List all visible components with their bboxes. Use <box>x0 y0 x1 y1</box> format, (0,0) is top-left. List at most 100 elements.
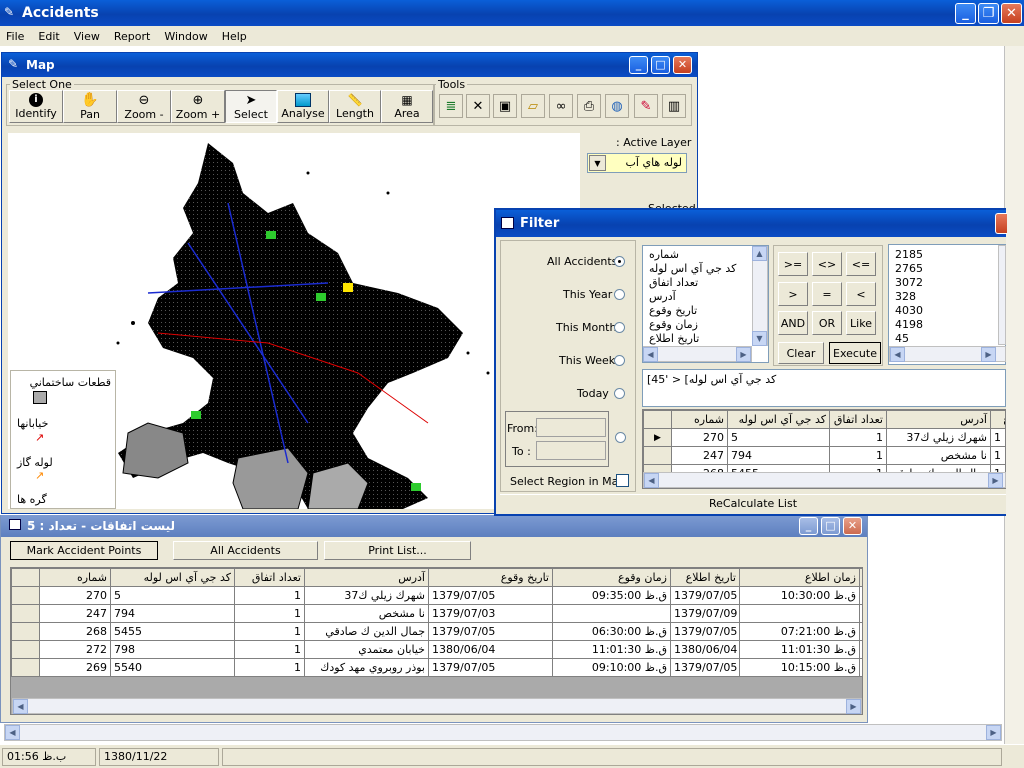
active-layer-select[interactable]: ▼ لوله هاي آب <box>587 153 687 173</box>
menu-edit[interactable]: Edit <box>38 30 59 43</box>
mdi-hscrollbar[interactable] <box>4 724 1002 741</box>
current-row-icon[interactable]: ▶ <box>643 428 672 447</box>
col-extra[interactable]: ع <box>859 568 862 587</box>
close-button[interactable]: ✕ <box>1001 3 1022 24</box>
scroll-left-icon[interactable]: ◀ <box>890 347 905 362</box>
list-item[interactable]: 4198 <box>895 318 923 331</box>
menu-report[interactable]: Report <box>114 30 150 43</box>
list-item[interactable]: زمان وقوع <box>649 318 698 331</box>
execute-button[interactable]: Execute <box>829 342 881 364</box>
filter-close-button[interactable] <box>995 213 1007 234</box>
list-maximize-button[interactable]: □ <box>821 517 840 535</box>
list-hscrollbar[interactable] <box>12 698 862 714</box>
recalculate-list-button[interactable]: ReCalculate List <box>500 494 1006 512</box>
radio-this-week[interactable] <box>614 355 625 366</box>
table-row[interactable]: 268 5455 1 جمال الدين ك صادقي 1379/07/05… <box>11 622 862 641</box>
list-item[interactable]: كد جي آي اس لوله <box>649 262 736 275</box>
list-item[interactable]: آدرس <box>649 290 676 303</box>
and-button[interactable]: AND <box>778 311 808 335</box>
pencil-icon[interactable]: ✎ <box>634 94 658 118</box>
lt-button[interactable]: < <box>846 282 876 306</box>
col-count[interactable]: تعداد اتفاق <box>829 410 887 429</box>
length-button[interactable]: 📏 Length <box>329 90 381 123</box>
col-gis-code[interactable]: كد جي آي اس لوله <box>110 568 235 587</box>
row-selector[interactable] <box>11 640 40 659</box>
layers-icon[interactable]: ≣ <box>439 94 463 118</box>
list-item[interactable]: 2765 <box>895 262 923 275</box>
col-date[interactable]: تاريخ وقوع <box>428 568 553 587</box>
eq-button[interactable]: = <box>812 282 842 306</box>
scroll-right-icon[interactable]: ▶ <box>986 725 1001 740</box>
col-time[interactable]: زمان وقوع <box>552 568 671 587</box>
scroll-left-icon[interactable]: ◀ <box>644 473 659 488</box>
list-close-button[interactable]: ✕ <box>843 517 862 535</box>
row-selector[interactable] <box>643 446 672 465</box>
col-gis-code[interactable]: كد جي آي اس لوله <box>727 410 830 429</box>
map-minimize-button[interactable]: _ <box>629 56 648 74</box>
binoculars-icon[interactable]: ∞ <box>549 94 573 118</box>
open-folder-icon[interactable]: ▱ <box>521 94 545 118</box>
scroll-right-icon[interactable]: ▶ <box>981 347 996 362</box>
row-selector[interactable] <box>11 604 40 623</box>
or-button[interactable]: OR <box>812 311 842 335</box>
col-extra[interactable]: ع <box>990 410 1005 429</box>
clear-button[interactable]: Clear <box>778 342 824 364</box>
scroll-left-icon[interactable]: ◀ <box>643 347 658 362</box>
mark-accident-points-button[interactable]: Mark Accident Points <box>10 541 158 560</box>
scroll-right-icon[interactable]: ▶ <box>988 473 1003 488</box>
restore-button[interactable]: ❐ <box>978 3 999 24</box>
table-row[interactable]: 247 794 1 نا مشخص 1379/07/03 1379/07/09 <box>11 604 862 623</box>
scroll-down-icon[interactable]: ▼ <box>752 331 767 346</box>
query-textbox[interactable]: كد جي آي اس لوله] < '45] <box>642 369 1006 407</box>
list-item[interactable]: تعداد اتفاق <box>649 276 698 289</box>
pan-button[interactable]: ✋ Pan <box>63 90 117 123</box>
values-vscrollbar[interactable] <box>998 245 1006 345</box>
to-date-field[interactable] <box>536 441 606 460</box>
list-item[interactable]: تاريخ اطلاع <box>649 332 699 345</box>
zoom-out-button[interactable]: ⊖ Zoom - <box>117 90 171 123</box>
filter-grid-hscrollbar[interactable] <box>643 472 1006 488</box>
col-address[interactable]: آدرس <box>886 410 991 429</box>
scroll-up-icon[interactable]: ▲ <box>752 246 767 261</box>
scroll-right-icon[interactable]: ▶ <box>736 347 751 362</box>
print-list-button[interactable]: Print List... <box>324 541 471 560</box>
scroll-right-icon[interactable]: ▶ <box>846 699 861 714</box>
row-selector[interactable] <box>11 658 40 677</box>
radio-this-month[interactable] <box>614 322 625 333</box>
list-item[interactable]: 3072 <box>895 276 923 289</box>
list-item[interactable]: 4030 <box>895 304 923 317</box>
col-number[interactable]: شماره <box>671 410 728 429</box>
print-icon[interactable]: ⎙ <box>577 94 601 118</box>
scroll-left-icon[interactable]: ◀ <box>13 699 28 714</box>
list-item[interactable]: 328 <box>895 290 916 303</box>
gte-button[interactable]: >= <box>778 252 808 276</box>
like-button[interactable]: Like <box>846 311 876 335</box>
col-report-time[interactable]: زمان اطلاع <box>739 568 860 587</box>
zoom-in-button[interactable]: ⊕ Zoom + <box>171 90 225 123</box>
menu-window[interactable]: Window <box>164 30 207 43</box>
radio-today[interactable] <box>614 388 625 399</box>
list-item[interactable]: 2185 <box>895 248 923 261</box>
neq-button[interactable]: <> <box>812 252 842 276</box>
col-address[interactable]: آدرس <box>304 568 429 587</box>
save-icon[interactable]: ▣ <box>493 94 517 118</box>
row-selector[interactable] <box>11 622 40 641</box>
delete-icon[interactable]: ✕ <box>466 94 490 118</box>
col-report-date[interactable]: تاريخ اطلاع <box>670 568 740 587</box>
menu-file[interactable]: File <box>6 30 24 43</box>
list-item[interactable]: تاريخ وقوع <box>649 304 697 317</box>
map-close-button[interactable]: ✕ <box>673 56 692 74</box>
map-maximize-button[interactable]: □ <box>651 56 670 74</box>
radio-this-year[interactable] <box>614 289 625 300</box>
select-button[interactable]: ➤ Select <box>225 90 277 123</box>
list-minimize-button[interactable]: _ <box>799 517 818 535</box>
analyse-button[interactable]: Analyse <box>277 90 329 123</box>
lte-button[interactable]: <= <box>846 252 876 276</box>
menu-view[interactable]: View <box>74 30 100 43</box>
list-item[interactable]: شماره <box>649 248 679 261</box>
chevron-down-icon[interactable]: ▼ <box>589 155 606 171</box>
all-accidents-button[interactable]: All Accidents <box>173 541 318 560</box>
menu-help[interactable]: Help <box>222 30 247 43</box>
area-button[interactable]: ▦ Area <box>381 90 433 123</box>
scroll-left-icon[interactable]: ◀ <box>5 725 20 740</box>
